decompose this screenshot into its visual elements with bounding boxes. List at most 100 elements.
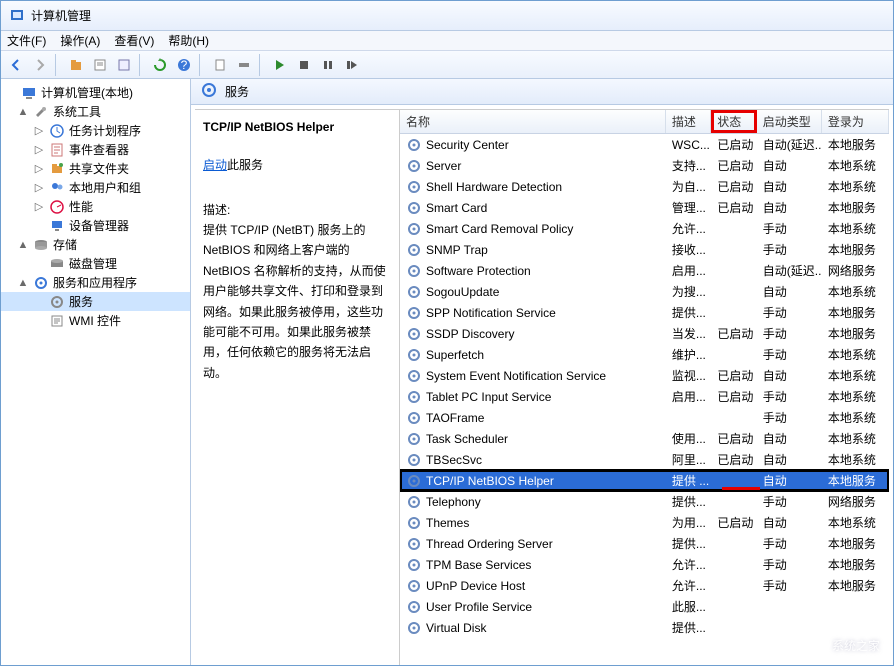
tree-node-2[interactable]: ▷ 任务计划程序	[1, 121, 190, 140]
twisty-icon[interactable]: ▷	[33, 143, 45, 156]
gear-icon	[406, 536, 422, 552]
service-row[interactable]: User Profile Service此服...	[400, 596, 889, 617]
service-row[interactable]: TAOFrame手动本地系统	[400, 407, 889, 428]
col-logon[interactable]: 登录为	[822, 110, 889, 133]
service-name: Smart Card Removal Policy	[426, 222, 573, 236]
tree-node-9[interactable]: 磁盘管理	[1, 254, 190, 273]
restart-button[interactable]	[341, 54, 363, 76]
service-logon: 本地系统	[822, 409, 889, 426]
col-start[interactable]: 启动类型	[757, 110, 822, 133]
service-row[interactable]: TPM Base Services允许...手动本地服务	[400, 554, 889, 575]
twisty-icon[interactable]: ▷	[33, 124, 45, 137]
menu-help[interactable]: 帮助(H)	[168, 32, 209, 49]
col-name[interactable]: 名称	[400, 110, 666, 133]
service-name: SPP Notification Service	[426, 306, 556, 320]
service-desc: 提供...	[666, 304, 711, 321]
service-name: Telephony	[426, 495, 481, 509]
twisty-icon[interactable]: ▷	[33, 200, 45, 213]
tree-node-7[interactable]: 设备管理器	[1, 216, 190, 235]
twisty-icon[interactable]: ▲	[17, 239, 29, 251]
service-row[interactable]: Thread Ordering Server提供...手动本地服务	[400, 533, 889, 554]
twisty-icon[interactable]: ▷	[33, 162, 45, 175]
service-row[interactable]: SSDP Discovery当发...已启动手动本地服务	[400, 323, 889, 344]
service-start: 手动	[757, 577, 822, 594]
service-row[interactable]: SogouUpdate为搜...自动本地系统	[400, 281, 889, 302]
service-row[interactable]: Themes为用...已启动自动本地系统	[400, 512, 889, 533]
service-row[interactable]: Smart Card Removal Policy允许...手动本地系统	[400, 218, 889, 239]
service-start: 自动(延迟...	[757, 136, 822, 153]
twisty-icon[interactable]: ▲	[17, 106, 29, 118]
tree-node-4[interactable]: ▷共享文件夹	[1, 159, 190, 178]
service-logon: 本地系统	[822, 157, 889, 174]
menu-file[interactable]: 文件(F)	[7, 32, 46, 49]
refresh-button[interactable]	[149, 54, 171, 76]
service-logon: 本地服务	[822, 325, 889, 342]
col-desc[interactable]: 描述	[666, 110, 711, 133]
service-desc: 提供 ...	[666, 472, 711, 489]
nav-tree[interactable]: 计算机管理(本地)▲系统工具 ▷ 任务计划程序▷事件查看器▷共享文件夹▷本地用户和组…	[1, 79, 191, 665]
up-button[interactable]	[65, 54, 87, 76]
service-name: Themes	[426, 516, 469, 530]
tree-node-12[interactable]: WMI 控件	[1, 311, 190, 330]
service-row[interactable]: SPP Notification Service提供...手动本地服务	[400, 302, 889, 323]
tree-node-3[interactable]: ▷事件查看器	[1, 140, 190, 159]
service-row[interactable]: Shell Hardware Detection为自...已启动自动本地系统	[400, 176, 889, 197]
gear-icon	[406, 305, 422, 321]
service-row[interactable]: TBSecSvc阿里...已启动自动本地系统	[400, 449, 889, 470]
service-name: Task Scheduler	[426, 432, 508, 446]
pause-button[interactable]	[317, 54, 339, 76]
task-icon	[49, 123, 65, 139]
stop-button[interactable]	[293, 54, 315, 76]
connect-button[interactable]	[233, 54, 255, 76]
tree-node-5[interactable]: ▷本地用户和组	[1, 178, 190, 197]
service-row[interactable]: Superfetch维护...手动本地系统	[400, 344, 889, 365]
service-desc: 支持...	[666, 157, 711, 174]
start-button[interactable]	[269, 54, 291, 76]
service-logon: 本地系统	[822, 367, 889, 384]
service-row[interactable]: Security CenterWSC...已启动自动(延迟...本地服务	[400, 134, 889, 155]
tree-node-8[interactable]: ▲存储	[1, 235, 190, 254]
help-button[interactable]: ?	[173, 54, 195, 76]
export-button[interactable]	[113, 54, 135, 76]
service-start: 自动	[757, 472, 822, 489]
tree-label: 任务计划程序	[69, 122, 141, 139]
tree-label: 性能	[69, 198, 93, 215]
start-link[interactable]: 启动	[203, 158, 227, 172]
menu-view[interactable]: 查看(V)	[114, 32, 154, 49]
tree-node-6[interactable]: ▷ 性能	[1, 197, 190, 216]
tree-node-0[interactable]: 计算机管理(本地)	[1, 83, 190, 102]
service-name: SSDP Discovery	[426, 327, 514, 341]
service-row[interactable]: Smart Card管理...已启动自动本地服务	[400, 197, 889, 218]
properties-button[interactable]	[89, 54, 111, 76]
service-start: 手动	[757, 388, 822, 405]
service-row[interactable]: Tablet PC Input Service启用...已启动手动本地系统	[400, 386, 889, 407]
tree-node-10[interactable]: ▲服务和应用程序	[1, 273, 190, 292]
service-row[interactable]: System Event Notification Service监视...已启…	[400, 365, 889, 386]
service-name: Shell Hardware Detection	[426, 180, 562, 194]
twisty-icon[interactable]: ▷	[33, 181, 45, 194]
service-row[interactable]: Server支持...已启动自动本地系统	[400, 155, 889, 176]
nav-fwd-button[interactable]	[29, 54, 51, 76]
service-row[interactable]: TCP/IP NetBIOS Helper提供 ...自动本地服务	[400, 470, 889, 491]
service-row[interactable]: SNMP Trap接收...手动本地服务	[400, 239, 889, 260]
toolbar-sep4	[259, 54, 265, 76]
service-row[interactable]: Virtual Disk提供...	[400, 617, 889, 638]
service-start: 自动	[757, 283, 822, 300]
desc-label: 描述:	[203, 201, 387, 218]
tree-node-1[interactable]: ▲系统工具	[1, 102, 190, 121]
tree-label: 服务	[69, 293, 93, 310]
right-pane: 服务 TCP/IP NetBIOS Helper 启动此服务 描述: 提供 TC…	[191, 79, 893, 665]
service-row[interactable]: Task Scheduler使用...已启动自动本地系统	[400, 428, 889, 449]
tree-node-11[interactable]: 服务	[1, 292, 190, 311]
service-state: 已启动	[711, 136, 756, 153]
service-row[interactable]: Software Protection启用...自动(延迟...网络服务	[400, 260, 889, 281]
props-button[interactable]	[209, 54, 231, 76]
menu-action[interactable]: 操作(A)	[60, 32, 100, 49]
service-row[interactable]: Telephony提供...手动网络服务	[400, 491, 889, 512]
service-list[interactable]: 名称 描述 状态 启动类型 登录为 Security CenterWSC...已…	[400, 110, 889, 665]
service-logon: 本地服务	[822, 304, 889, 321]
twisty-icon[interactable]: ▲	[17, 277, 29, 289]
service-row[interactable]: UPnP Device Host允许...手动本地服务	[400, 575, 889, 596]
nav-back-button[interactable]	[5, 54, 27, 76]
col-state[interactable]: 状态	[711, 110, 756, 133]
